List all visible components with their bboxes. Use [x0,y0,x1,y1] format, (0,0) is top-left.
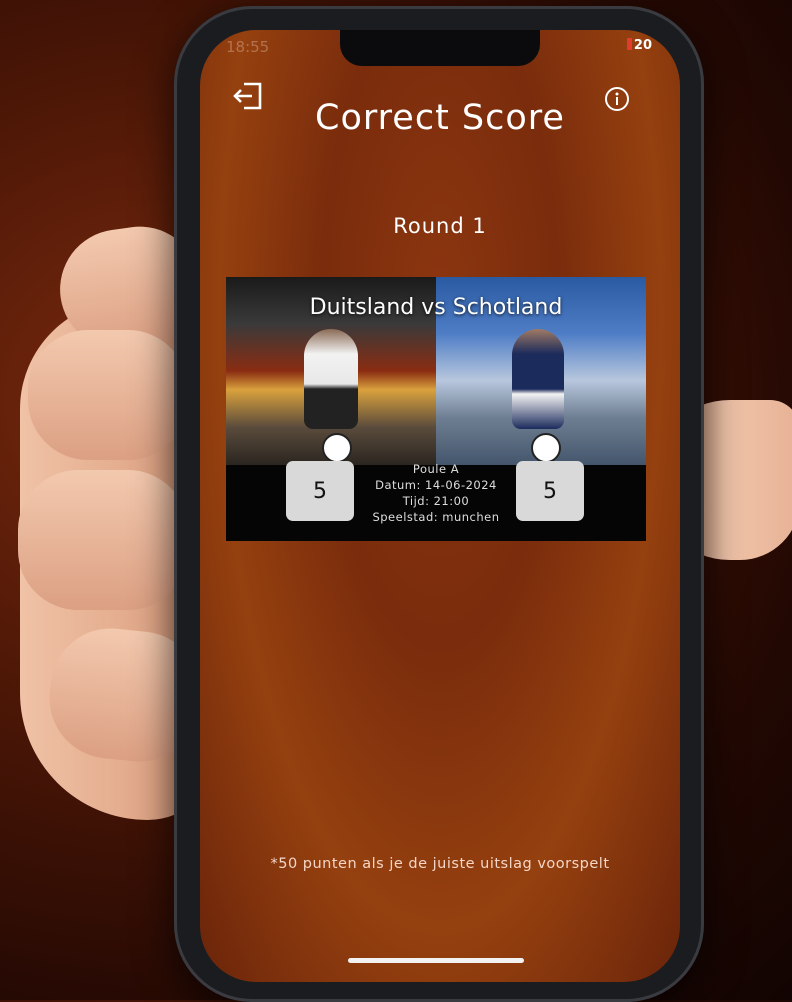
battery-level: 20 [633,38,652,53]
status-time: 18:55 [226,38,270,56]
match-title: Duitsland vs Schotland [309,295,563,320]
time-label: Tijd: 21:00 [402,494,470,508]
football-icon [531,433,561,463]
home-score-input[interactable]: 5 [286,461,354,521]
match-card: Duitsland vs Schotland 5 Poule A Datum: … [226,277,646,541]
hand-finger [18,470,188,610]
points-note: *50 punten als je de juiste uitslag voor… [270,856,610,872]
match-info: Poule A Datum: 14-06-2024 Tijd: 21:00 Sp… [366,461,506,525]
page-title: Correct Score [315,98,565,138]
hand-finger [28,330,188,460]
poule-label: Poule A [412,462,460,476]
battery-icon [626,38,632,50]
battery-indicator: 20 [626,38,652,53]
phone-screen: 18:55 20 Correct Score Round 1 Duitsland… [200,30,680,982]
away-score-input[interactable]: 5 [516,461,584,521]
round-label: Round 1 [393,214,487,238]
home-indicator[interactable] [348,958,524,963]
germany-player [304,329,358,429]
football-icon [322,433,352,463]
venue-label: Speelstad: munchen [372,510,500,524]
scotland-player [512,329,564,429]
date-label: Datum: 14-06-2024 [375,478,497,492]
phone-notch [340,30,540,66]
